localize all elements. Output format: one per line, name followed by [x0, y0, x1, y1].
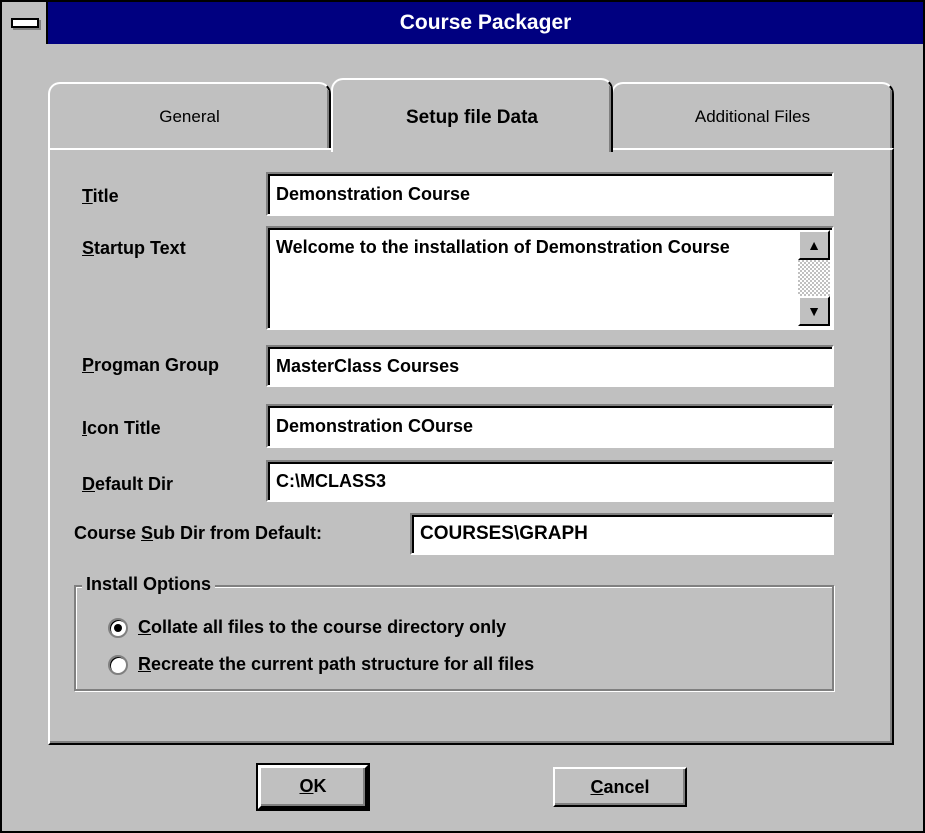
icon-title-label: Icon Title [82, 418, 161, 438]
default-dir-label: Default Dir [82, 474, 174, 494]
cancel-button[interactable]: Cancel [553, 767, 687, 807]
scrollbar-track[interactable] [798, 260, 830, 296]
tab-general[interactable]: General [48, 82, 331, 150]
startup-text-textarea[interactable]: Welcome to the installation of Demonstra… [266, 226, 834, 330]
startup-text-value: Welcome to the installation of Demonstra… [276, 237, 730, 257]
startup-text-scrollbar[interactable]: ▲ ▼ [798, 230, 830, 326]
option-recreate-label[interactable]: Recreate the current path structure for … [138, 654, 534, 675]
install-options-groupbox [74, 585, 834, 691]
title-label: Title [82, 186, 119, 206]
progman-group-field[interactable]: MasterClass Courses [266, 345, 834, 387]
window-title: Course Packager [399, 11, 572, 34]
ok-button[interactable]: OK [256, 763, 370, 811]
course-sub-dir-label: Course Sub Dir from Default: [74, 523, 323, 543]
tab-setup-file-data[interactable]: Setup file Data [331, 78, 613, 152]
option-collate-label[interactable]: Collate all files to the course director… [138, 617, 506, 638]
icon-title-field[interactable]: Demonstration COurse [266, 404, 834, 448]
install-options-legend: Install Options [82, 574, 216, 595]
progman-group-label: Progman Group [82, 355, 220, 375]
system-menu-icon[interactable] [2, 2, 48, 44]
radio-unselected-icon[interactable] [108, 655, 128, 675]
radio-selected-icon[interactable] [108, 618, 128, 638]
startup-text-label: Startup Text [82, 238, 186, 258]
tab-additional-files[interactable]: Additional Files [611, 82, 894, 150]
title-field[interactable]: Demonstration Course [266, 172, 834, 216]
course-sub-dir-field[interactable]: COURSES\GRAPH [410, 513, 834, 555]
down-arrow-icon[interactable]: ▼ [798, 296, 830, 326]
up-arrow-icon[interactable]: ▲ [798, 230, 830, 260]
default-dir-field[interactable]: C:\MCLASS3 [266, 460, 834, 502]
